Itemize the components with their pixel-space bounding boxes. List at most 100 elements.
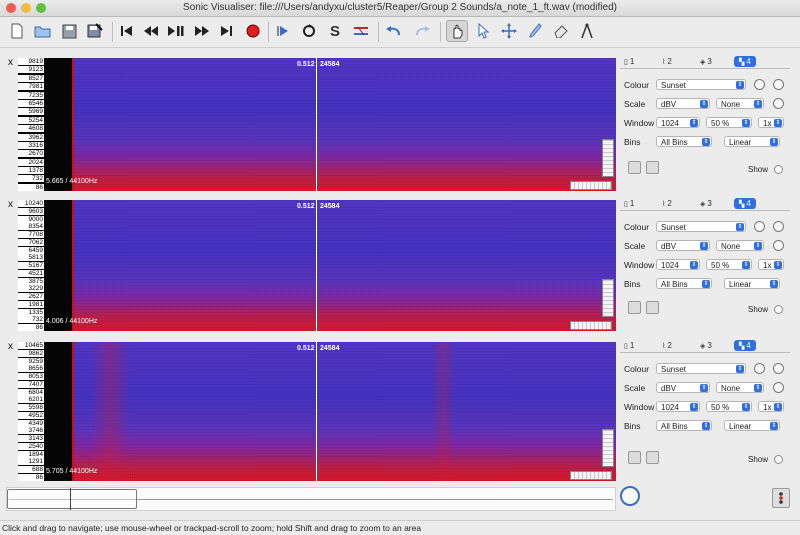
colour-rotation-dial[interactable]	[754, 363, 765, 374]
fast-forward-icon[interactable]	[191, 20, 213, 42]
save-as-icon[interactable]	[84, 20, 106, 42]
play-layer-button[interactable]	[628, 301, 641, 314]
oversampling-select[interactable]: 1x ⇕	[758, 259, 784, 270]
tab-layer-1[interactable]: ▯ 1	[624, 198, 634, 209]
tab-layer-4[interactable]: ▚ 4	[734, 198, 756, 209]
scale-select[interactable]: dBV ⇕	[656, 98, 710, 109]
normalization-select[interactable]: None ⇕	[716, 98, 764, 109]
close-pane-button[interactable]: x	[8, 199, 13, 210]
show-toggle[interactable]	[774, 455, 783, 464]
gain-dial[interactable]	[773, 240, 784, 251]
vertical-zoom-slider[interactable]	[602, 429, 614, 467]
window-overlap-select[interactable]: 50 % ⇕	[706, 117, 752, 128]
spectrogram-canvas[interactable]	[72, 58, 616, 191]
show-toggle[interactable]	[774, 305, 783, 314]
move-icon[interactable]	[498, 20, 520, 42]
layer-playback-icon[interactable]	[646, 451, 659, 464]
tab-layer-1[interactable]: ▯ 1	[624, 56, 634, 67]
spectrogram-pane[interactable]: x 10240 9603 9000 8354 7708 7062 6459 5813 5167 45…	[0, 197, 616, 331]
erase-icon[interactable]	[550, 20, 572, 42]
oversampling-select[interactable]: 1x ⇕	[758, 401, 784, 412]
scale-select[interactable]: dBV ⇕	[656, 240, 710, 251]
window-size-select[interactable]: 1024 ⇕	[656, 259, 700, 270]
overview-viewport-box[interactable]	[7, 489, 137, 509]
tab-layer-4[interactable]: ▚ 4	[734, 56, 756, 67]
threshold-dial[interactable]	[773, 363, 784, 374]
close-pane-button[interactable]: x	[8, 341, 13, 352]
vertical-zoom-slider[interactable]	[602, 139, 614, 177]
window-size-select[interactable]: 1024 ⇕	[656, 117, 700, 128]
overview-panel[interactable]	[6, 487, 616, 511]
bin-scale-select[interactable]: Linear ⇕	[724, 420, 780, 431]
loop-icon[interactable]	[298, 20, 320, 42]
save-icon[interactable]	[58, 20, 80, 42]
frequency-tick-label: 3316	[18, 141, 44, 149]
tab-layer-3[interactable]: ◈ 3	[700, 56, 712, 67]
tab-layer-2[interactable]: ⌇ 2	[662, 56, 672, 67]
colour-select[interactable]: Sunset ⇕	[656, 221, 746, 232]
draw-icon[interactable]	[524, 20, 546, 42]
tab-layer-3[interactable]: ◈ 3	[700, 198, 712, 209]
window-size-select[interactable]: 1024 ⇕	[656, 401, 700, 412]
rewind-icon[interactable]	[140, 20, 162, 42]
vertical-zoom-slider[interactable]	[602, 279, 614, 317]
playhead[interactable]	[316, 200, 317, 331]
show-toggle[interactable]	[774, 165, 783, 174]
undo-icon[interactable]	[384, 20, 406, 42]
bin-scale-select[interactable]: Linear ⇕	[724, 136, 780, 147]
colour-select[interactable]: Sunset ⇕	[656, 79, 746, 90]
spectrogram-canvas[interactable]	[72, 342, 616, 481]
align-icon[interactable]	[350, 20, 372, 42]
redo-icon[interactable]	[412, 20, 434, 42]
window-overlap-select[interactable]: 50 % ⇕	[706, 401, 752, 412]
spectrogram-pane[interactable]: x 9819 9123 8527 7981 7235 6546 5969 5254 4608 396…	[0, 55, 616, 191]
layer-playback-icon[interactable]	[646, 301, 659, 314]
colour-select[interactable]: Sunset ⇕	[656, 363, 746, 374]
oversampling-select[interactable]: 1x ⇕	[758, 117, 784, 128]
open-file-icon[interactable]	[32, 20, 54, 42]
tab-layer-1[interactable]: ▯ 1	[624, 340, 634, 351]
new-file-icon[interactable]	[6, 20, 28, 42]
play-layer-button[interactable]	[628, 451, 641, 464]
tab-layer-3[interactable]: ◈ 3	[700, 340, 712, 351]
rewind-start-icon[interactable]	[116, 20, 138, 42]
scale-select[interactable]: dBV ⇕	[656, 382, 710, 393]
normalization-select[interactable]: None ⇕	[716, 382, 764, 393]
playhead[interactable]	[316, 342, 317, 481]
close-pane-button[interactable]: x	[8, 57, 13, 68]
select-icon[interactable]	[472, 20, 494, 42]
normalization-select[interactable]: None ⇕	[716, 240, 764, 251]
playhead[interactable]	[316, 58, 317, 191]
window-overlap-select[interactable]: 50 % ⇕	[706, 259, 752, 270]
layer-colour-button[interactable]	[772, 488, 790, 508]
horizontal-zoom-slider[interactable]	[570, 471, 612, 480]
horizontal-zoom-slider[interactable]	[570, 321, 612, 330]
play-pause-icon[interactable]	[165, 20, 187, 42]
threshold-dial[interactable]	[773, 79, 784, 90]
gain-dial[interactable]	[773, 98, 784, 109]
solo-icon[interactable]: S	[324, 20, 346, 42]
gain-dial[interactable]	[773, 382, 784, 393]
tab-layer-2[interactable]: ⌇ 2	[662, 340, 672, 351]
spectrogram-pane[interactable]: x 10465 9862 9259 8656 8053 7407 6804 6201 5598 49…	[0, 339, 616, 481]
colour-label: Colour	[624, 222, 650, 232]
tab-layer-4[interactable]: ▚ 4	[734, 340, 756, 351]
play-selection-icon[interactable]	[272, 20, 294, 42]
bins-select[interactable]: All Bins ⇕	[656, 420, 712, 431]
play-layer-button[interactable]	[628, 161, 641, 174]
measure-icon[interactable]	[576, 20, 598, 42]
bins-select[interactable]: All Bins ⇕	[656, 278, 712, 289]
record-icon[interactable]	[242, 20, 264, 42]
bins-select[interactable]: All Bins ⇕	[656, 136, 712, 147]
forward-end-icon[interactable]	[216, 20, 238, 42]
layer-playback-icon[interactable]	[646, 161, 659, 174]
spectrogram-canvas[interactable]	[72, 200, 616, 331]
tab-layer-2[interactable]: ⌇ 2	[662, 198, 672, 209]
colour-rotation-dial[interactable]	[754, 221, 765, 232]
zoom-dial[interactable]	[620, 486, 640, 506]
colour-rotation-dial[interactable]	[754, 79, 765, 90]
horizontal-zoom-slider[interactable]	[570, 181, 612, 190]
bin-scale-select[interactable]: Linear ⇕	[724, 278, 780, 289]
navigate-icon[interactable]	[446, 20, 468, 42]
threshold-dial[interactable]	[773, 221, 784, 232]
